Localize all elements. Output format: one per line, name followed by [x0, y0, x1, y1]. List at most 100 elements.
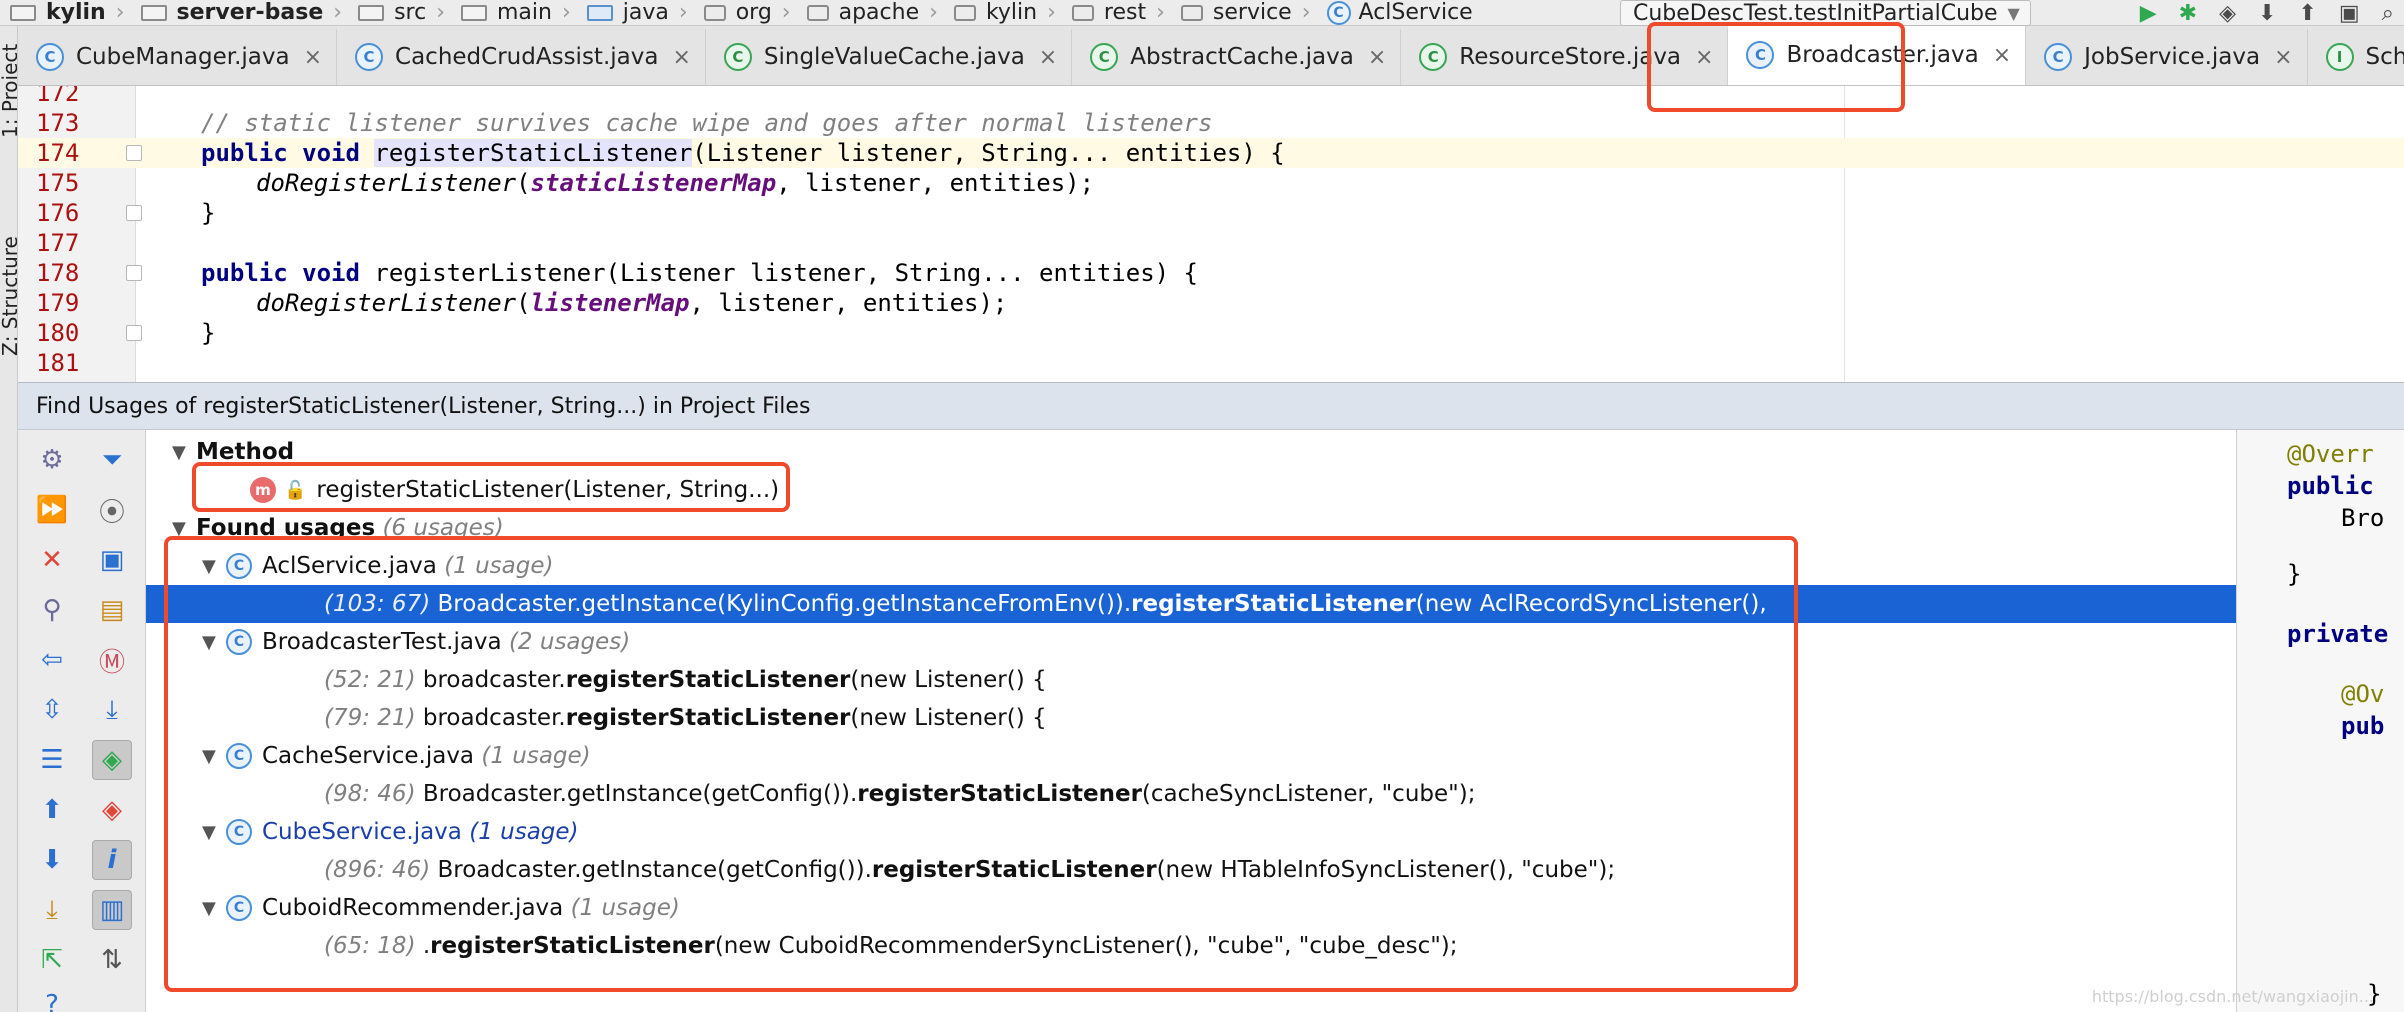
run-configuration[interactable]: CubeDescTest.testInitPartialCube ▼ — [1620, 0, 2031, 26]
search-icon[interactable]: ⌕ — [2382, 1, 2394, 26]
group-by-type-icon[interactable]: ⦿ — [92, 490, 132, 530]
usages-tree[interactable]: ▼ Method m 🔓 registerStaticListener(Listene… — [146, 430, 2236, 1012]
filter-icon[interactable]: ⏷ — [92, 440, 132, 480]
usage-row[interactable]: (79: 21) broadcaster. registerStaticListe… — [146, 699, 2236, 737]
usage-row-selected[interactable]: (103: 67) Broadcaster.getInstance(KylinC… — [146, 585, 2236, 623]
class-icon: C — [226, 819, 252, 845]
breadcrumb-item-kylin-pkg[interactable]: kylin › — [944, 0, 1062, 25]
arrow-up-icon[interactable]: ⬆ — [32, 790, 72, 830]
chevron-right-icon: › — [115, 0, 125, 25]
tree-group-method[interactable]: ▼ Method — [146, 433, 2236, 471]
close-icon[interactable]: × — [1039, 45, 1057, 70]
help-icon[interactable]: ? — [32, 985, 72, 1012]
close-icon[interactable]: × — [1993, 43, 2011, 68]
debug-icon[interactable]: ✱ — [2179, 1, 2197, 26]
close-icon[interactable]: × — [2274, 45, 2292, 70]
tab-abstractcache[interactable]: C AbstractCache.java × — [1072, 29, 1402, 85]
structure-tool-tab[interactable]: Z: Structure — [0, 236, 17, 356]
export-icon[interactable]: ⤓ — [32, 890, 72, 930]
code-line: 173// static listener survives cache wip… — [36, 109, 1213, 137]
tab-jobservice[interactable]: C JobService.java × — [2026, 29, 2308, 85]
previous-occurrence-icon[interactable]: ⇦ — [32, 640, 72, 680]
group-by-package-icon[interactable]: ▤ — [92, 590, 132, 630]
tree-file-broadcastertest[interactable]: ▼ C BroadcasterTest.java (2 usages) — [146, 623, 2236, 661]
class-icon: C — [226, 553, 252, 579]
breadcrumb-item-src[interactable]: src › — [348, 0, 451, 25]
group-by-module-icon[interactable]: ▣ — [92, 540, 132, 580]
close-icon[interactable]: × — [672, 45, 690, 70]
collapse-all-icon[interactable]: ☰ — [32, 740, 72, 780]
tree-file-cuboidrecommender[interactable]: ▼ C CuboidRecommender.java (1 usage) — [146, 889, 2236, 927]
tree-file-cubeservice[interactable]: ▼ C CubeService.java (1 usage) — [146, 813, 2236, 851]
coverage-icon[interactable]: ◈ — [2219, 1, 2236, 26]
tab-cachedcrudassist[interactable]: C CachedCrudAssist.java × — [337, 29, 706, 85]
breadcrumb-item-java[interactable]: java › — [577, 0, 694, 25]
tab-resourcestore[interactable]: C ResourceStore.java × — [1401, 29, 1729, 85]
expand-triangle-icon[interactable]: ▼ — [202, 822, 226, 843]
tree-file-aclservice[interactable]: ▼ C AclService.java (1 usage) — [146, 547, 2236, 585]
tree-group-found-usages[interactable]: ▼ Found usages (6 usages) — [146, 509, 2236, 547]
expand-all-icon[interactable]: ⇳ — [32, 690, 72, 730]
close-icon[interactable]: × — [1368, 45, 1386, 70]
autoscroll-to-source-icon[interactable]: ◈ — [92, 740, 132, 780]
rerun-icon[interactable]: ⏩ — [32, 490, 72, 530]
autoscroll-from-source-icon[interactable]: ◈ — [92, 790, 132, 830]
usage-row[interactable]: (52: 21) broadcaster. registerStaticListe… — [146, 661, 2236, 699]
expand-triangle-icon[interactable]: ▼ — [202, 898, 226, 919]
merge-icon[interactable]: ⤓ — [92, 690, 132, 730]
arrow-down-icon[interactable]: ⬇ — [32, 840, 72, 880]
expand-triangle-icon[interactable]: ▼ — [202, 632, 226, 653]
expand-triangle-icon[interactable]: ▼ — [172, 442, 196, 463]
expand-triangle-icon[interactable]: ▼ — [172, 518, 196, 539]
tab-broadcaster[interactable]: C Broadcaster.java × — [1728, 26, 2027, 85]
group-by-method-icon[interactable]: Ⓜ — [92, 640, 132, 680]
package-icon — [1180, 4, 1203, 21]
close-icon[interactable]: ✕ — [32, 540, 72, 580]
tab-singlevaluecache[interactable]: C SingleValueCache.java × — [705, 29, 1073, 85]
vcs-commit-icon[interactable]: ⬆ — [2298, 1, 2316, 26]
tree-item-method[interactable]: m 🔓 registerStaticListener(Listener, Strin… — [146, 471, 2236, 509]
project-tool-tab[interactable]: 1: Project — [0, 44, 17, 138]
class-icon: C — [36, 43, 64, 71]
fold-marker-icon[interactable] — [126, 325, 142, 341]
expand-triangle-icon[interactable]: ▼ — [202, 556, 226, 577]
tree-file-cacheservice[interactable]: ▼ C CacheService.java (1 usage) — [146, 737, 2236, 775]
window-icon[interactable]: ▣ — [2339, 1, 2360, 26]
tab-cubemanager[interactable]: C CubeManager.java × — [18, 29, 338, 85]
breadcrumb-item-server-base[interactable]: server-base › — [131, 0, 349, 25]
sort-icon[interactable]: ⇅ — [92, 940, 132, 980]
breadcrumb-item-main[interactable]: main › — [451, 0, 577, 25]
class-icon: C — [355, 43, 384, 71]
run-icon[interactable]: ▶ — [2140, 1, 2157, 26]
settings-icon[interactable]: ⚙ — [32, 440, 72, 480]
find-usages-title: Find Usages of registerStaticListener(Li… — [36, 393, 811, 419]
code-editor[interactable]: 172 173// static listener survives cache… — [18, 86, 2404, 382]
usage-row[interactable]: (98: 46) Broadcaster.getInstance(getConf… — [146, 775, 2236, 813]
tab-scheduler[interactable]: IScheduler.java — [2307, 29, 2404, 85]
vcs-update-icon[interactable]: ⬇ — [2258, 1, 2276, 26]
usage-row[interactable]: (65: 18) . registerStaticListener (new Cub… — [146, 927, 2236, 965]
preview-line: public — [2287, 472, 2374, 500]
expand-triangle-icon[interactable]: ▼ — [202, 746, 226, 767]
info-icon[interactable]: i — [92, 840, 132, 880]
open-in-new-tab-icon[interactable]: ⇱ — [32, 940, 72, 980]
run-configuration-dropdown[interactable]: CubeDescTest.testInitPartialCube ▼ — [1620, 0, 2031, 26]
fold-marker-icon[interactable] — [126, 205, 142, 221]
breadcrumb-item-aclservice[interactable]: C AclService — [1317, 0, 1479, 25]
find-toolbar: ⚙ ⏷ ⏩ ⦿ ✕ ▣ ⚲ ▤ ⇦ Ⓜ ⇳ ⤓ ☰ ◈ ⬆ ◈ ⬇ i ⤓ ▥ … — [18, 430, 146, 1012]
fold-marker-icon[interactable] — [126, 265, 142, 281]
pin-icon[interactable]: ⚲ — [32, 590, 72, 630]
usage-preview-pane[interactable]: @Overr public Bro } private @Ov pub } — [2236, 430, 2404, 1012]
fold-marker-icon[interactable] — [126, 145, 142, 161]
breadcrumb-item-apache[interactable]: apache › — [797, 0, 944, 25]
preview-icon[interactable]: ▥ — [92, 890, 132, 930]
breadcrumb-item-rest[interactable]: rest › — [1062, 0, 1171, 25]
breadcrumb-item-service[interactable]: service › — [1171, 0, 1317, 25]
breadcrumb-item-org[interactable]: org › — [694, 0, 797, 25]
chevron-right-icon: › — [333, 0, 343, 25]
usage-row[interactable]: (896: 46) Broadcaster.getInstance(getCon… — [146, 851, 2236, 889]
breadcrumb-item-kylin[interactable]: kylin › — [0, 0, 131, 25]
class-icon: C — [1746, 41, 1775, 69]
close-icon[interactable]: × — [1695, 45, 1713, 70]
close-icon[interactable]: × — [304, 45, 322, 70]
